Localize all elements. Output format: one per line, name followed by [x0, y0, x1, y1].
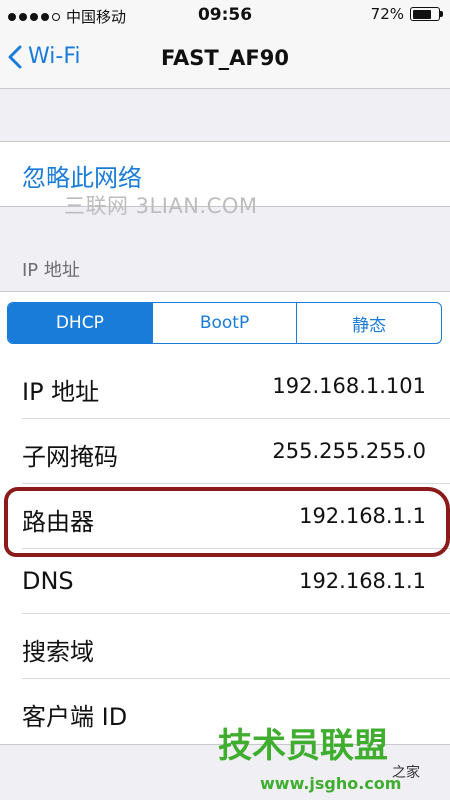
ip-address-row: IP 地址 192.168.1.101 — [0, 354, 450, 419]
status-bar: 中国移动 09:56 72% — [0, 0, 450, 32]
ip-mode-segmented-control: DHCP BootP 静态 — [7, 302, 442, 344]
row-value: 255.255.255.0 — [272, 439, 426, 463]
row-label: IP 地址 — [22, 378, 100, 406]
segment-bootp[interactable]: BootP — [153, 303, 298, 343]
segment-static[interactable]: 静态 — [297, 303, 441, 343]
row-label: 客户端 ID — [22, 703, 128, 731]
watermark-url: www.jsgho.com — [260, 774, 402, 793]
battery-icon — [410, 7, 443, 21]
forget-network-button[interactable]: 忽略此网络 — [22, 158, 142, 193]
segment-dhcp[interactable]: DHCP — [8, 303, 153, 343]
ip-section-header: IP 地址 — [22, 260, 80, 281]
row-value: 192.168.1.101 — [272, 374, 426, 398]
navigation-bar: Wi-Fi FAST_AF90 — [0, 32, 450, 89]
watermark-title: 技术员联盟 — [218, 726, 388, 766]
row-label: 路由器 — [22, 508, 94, 536]
dns-row[interactable]: DNS 192.168.1.1 — [0, 549, 450, 614]
row-label: 子网掩码 — [22, 443, 118, 471]
page-title: FAST_AF90 — [161, 46, 289, 70]
row-value: 192.168.1.1 — [299, 504, 426, 528]
router-row: 路由器 192.168.1.1 — [0, 484, 450, 549]
status-bar-right: 72% — [370, 5, 443, 23]
row-label: 搜索域 — [22, 638, 94, 666]
row-value: 192.168.1.1 — [299, 569, 426, 593]
watermark-text: 三联网 3LIAN.COM — [64, 194, 258, 218]
subnet-mask-row: 子网掩码 255.255.255.0 — [0, 419, 450, 484]
ip-mode-cell: DHCP BootP 静态 — [0, 291, 450, 355]
ip-details-list: IP 地址 192.168.1.101 子网掩码 255.255.255.0 路… — [0, 354, 450, 745]
battery-level-fill — [412, 9, 431, 19]
row-label: DNS — [22, 567, 74, 595]
battery-percent: 72% — [370, 5, 404, 23]
watermark-logo: 技术员联盟 — [218, 728, 388, 764]
search-domain-row[interactable]: 搜索域 — [0, 614, 450, 679]
